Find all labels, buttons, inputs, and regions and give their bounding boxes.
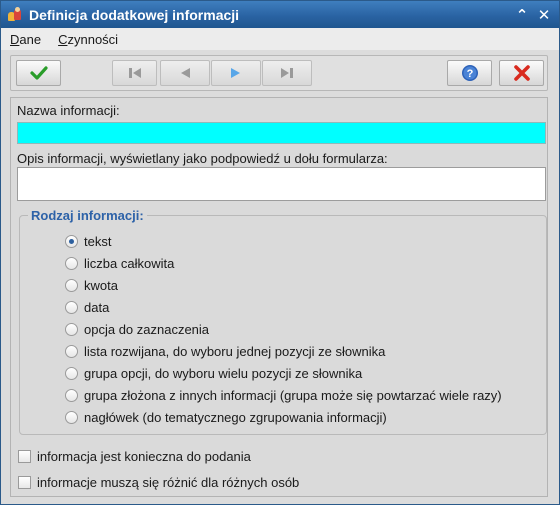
menu-czynnosci[interactable]: Czynności [49, 32, 126, 47]
radio-button[interactable] [65, 278, 78, 292]
toolbar: ? [10, 55, 548, 91]
description-label: Opis informacji, wyświetlany jako podpow… [17, 151, 388, 166]
radio-label: liczba całkowita [84, 255, 175, 271]
chevron-up-icon: ⌃ [515, 6, 529, 24]
menu-dane[interactable]: Dane [1, 32, 49, 47]
radio-label: nagłówek (do tematycznego zgrupowania in… [84, 409, 387, 425]
previous-record-button[interactable] [160, 60, 210, 86]
check-icon [29, 66, 48, 80]
distinct-option[interactable]: informacje muszą się różnić dla różnych … [18, 473, 299, 491]
radio-button[interactable] [65, 344, 78, 358]
radio-option[interactable]: kwota [65, 276, 118, 294]
required-label: informacja jest konieczna do podania [37, 448, 251, 464]
radio-option[interactable]: data [65, 298, 109, 316]
cancel-button[interactable] [499, 60, 544, 86]
last-record-button[interactable] [262, 60, 312, 86]
radio-button[interactable] [65, 322, 78, 336]
distinct-label: informacje muszą się różnić dla różnych … [37, 474, 300, 490]
window-title: Definicja dodatkowej informacji [29, 6, 240, 23]
radio-label: opcja do zaznaczenia [84, 321, 210, 337]
radio-option[interactable]: opcja do zaznaczenia [65, 320, 209, 338]
radio-option[interactable]: tekst [65, 232, 111, 250]
radio-label: grupa opcji, do wyboru wielu pozycji ze … [84, 365, 363, 381]
radio-option[interactable]: nagłówek (do tematycznego zgrupowania in… [65, 408, 387, 426]
radio-option[interactable]: grupa opcji, do wyboru wielu pozycji ze … [65, 364, 362, 382]
radio-button[interactable] [65, 300, 78, 314]
title-bar: Definicja dodatkowej informacji ⌃ ✕ [1, 1, 559, 28]
form-panel: Nazwa informacji: Opis informacji, wyświ… [10, 97, 548, 497]
name-input[interactable] [17, 122, 546, 144]
radio-button[interactable] [65, 410, 78, 424]
next-record-icon [231, 68, 240, 78]
type-group: Rodzaj informacji: tekst liczba całkowit… [19, 208, 547, 435]
app-people-icon [7, 6, 23, 23]
dialog-window: Definicja dodatkowej informacji ⌃ ✕ Dane… [0, 0, 560, 505]
menu-bar: Dane Czynności [1, 28, 559, 50]
radio-label: data [84, 299, 110, 315]
close-icon [513, 65, 530, 81]
radio-button[interactable] [65, 256, 78, 270]
previous-record-icon [181, 68, 190, 78]
first-record-icon [128, 68, 141, 78]
radio-button[interactable] [65, 366, 78, 380]
distinct-checkbox[interactable] [18, 475, 31, 489]
radio-button[interactable] [65, 388, 78, 402]
help-icon: ? [461, 65, 478, 81]
confirm-button[interactable] [16, 60, 61, 86]
next-record-button[interactable] [211, 60, 261, 86]
svg-text:?: ? [466, 68, 473, 80]
required-checkbox[interactable] [18, 449, 31, 463]
name-label: Nazwa informacji: [17, 103, 120, 118]
first-record-button[interactable] [112, 60, 157, 86]
radio-option[interactable]: lista rozwijana, do wyboru jednej pozycj… [65, 342, 385, 360]
type-group-title: Rodzaj informacji: [28, 208, 147, 223]
window-close-button[interactable]: ✕ [533, 4, 555, 26]
radio-label: kwota [84, 277, 118, 293]
help-button[interactable]: ? [447, 60, 492, 86]
radio-button[interactable] [65, 234, 78, 248]
close-icon: ✕ [537, 6, 551, 24]
description-input[interactable] [17, 167, 546, 201]
last-record-icon [281, 68, 293, 78]
radio-label: grupa złożona z innych informacji (grupa… [84, 387, 502, 403]
radio-option[interactable]: grupa złożona z innych informacji (grupa… [65, 386, 502, 404]
radio-option[interactable]: liczba całkowita [65, 254, 174, 272]
radio-label: lista rozwijana, do wyboru jednej pozycj… [84, 343, 386, 359]
required-option[interactable]: informacja jest konieczna do podania [18, 447, 251, 465]
radio-label: tekst [84, 233, 112, 249]
collapse-button[interactable]: ⌃ [511, 4, 533, 26]
